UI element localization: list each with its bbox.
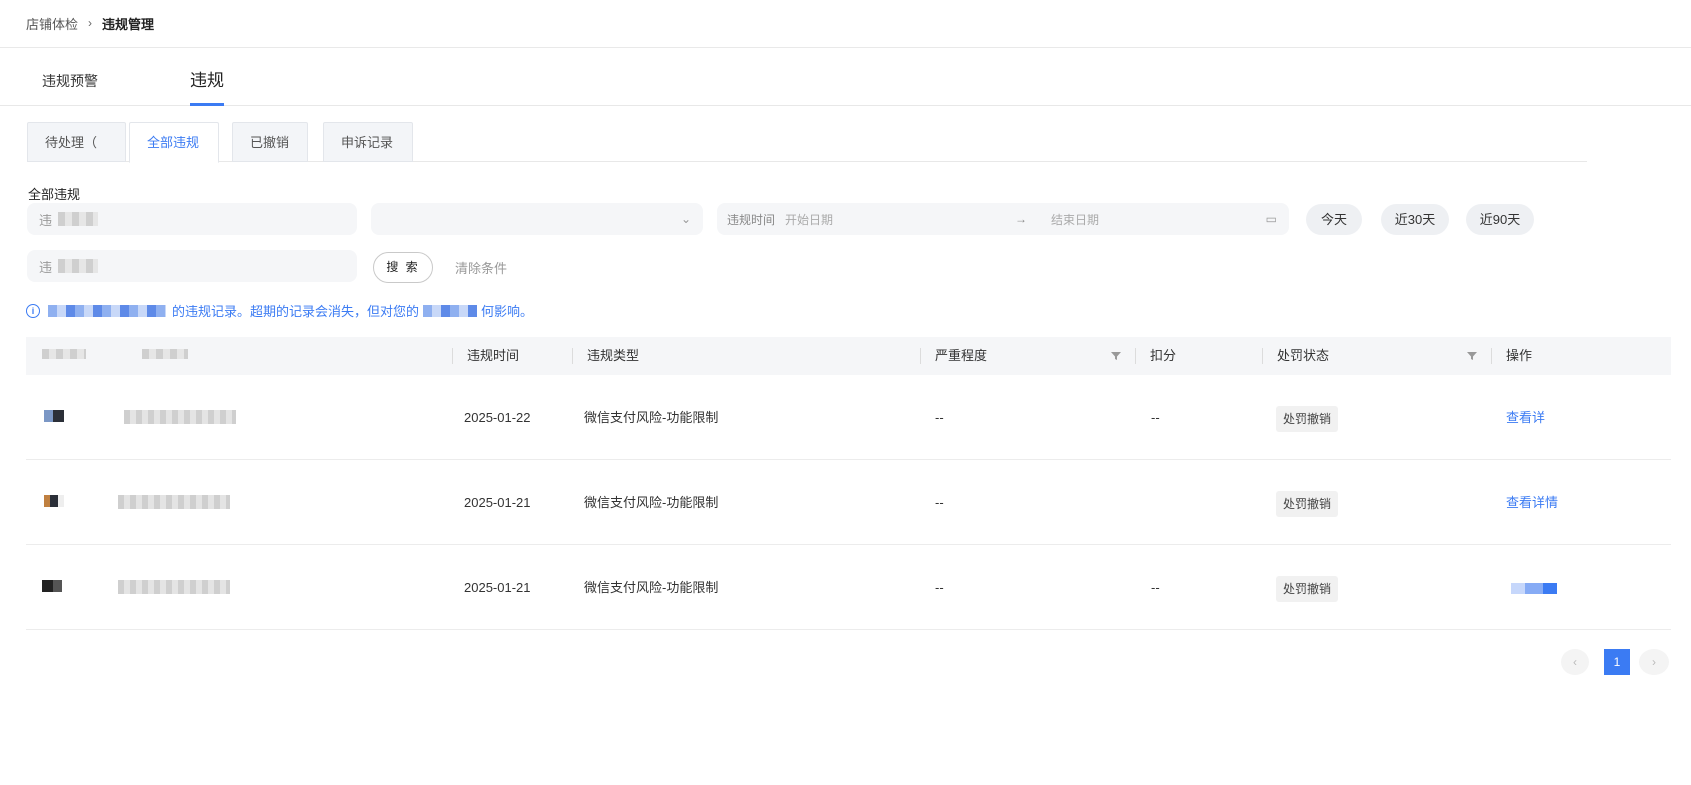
input-placeholder: 违 <box>39 259 53 275</box>
masked-text <box>58 259 99 273</box>
main-tabs: 违规预警 违规 <box>0 66 1691 106</box>
violation-type-select[interactable]: ⌄ <box>371 203 703 235</box>
calendar-icon: ▭ <box>1265 212 1277 226</box>
cell-severity: -- <box>935 580 944 595</box>
breadcrumb: 店铺体检 › 违规管理 <box>26 13 154 33</box>
filter-icon[interactable] <box>1467 351 1477 361</box>
table-row: 2025-01-21 微信支付风险-功能限制 -- -- 处罚撤销 <box>26 545 1671 630</box>
masked-text <box>118 495 230 509</box>
column-header-points: 扣分 <box>1135 337 1176 375</box>
masked-text <box>58 212 99 226</box>
cell-type: 微信支付风险-功能限制 <box>584 495 719 510</box>
tab-violation-warning[interactable]: 违规预警 <box>42 66 98 106</box>
masked-text <box>124 410 236 424</box>
notice-text-end: 何影响。 <box>481 304 534 319</box>
tab-pending[interactable]: 待处理（ <box>27 122 126 162</box>
last-30-days-button[interactable]: 近30天 <box>1381 204 1449 235</box>
cell-points: -- <box>1151 410 1160 425</box>
column-header-type: 违规类型 <box>572 337 639 375</box>
date-range-label: 违规时间 <box>727 212 776 227</box>
table-row: 2025-01-21 微信支付风险-功能限制 -- 处罚撤销 查看详情 <box>26 460 1671 545</box>
pagination-prev-button[interactable]: ‹ <box>1561 649 1589 675</box>
page-title: 违规管理 <box>102 16 155 32</box>
status-badge: 处罚撤销 <box>1276 490 1339 517</box>
violation-table: 违规时间 违规类型 严重程度 扣分 处罚状态 操作 2025-01-22 微信支… <box>26 337 1671 630</box>
tab-violation[interactable]: 违规 <box>190 66 224 106</box>
column-header-status: 处罚状态 <box>1262 337 1329 375</box>
cell-type: 微信支付风险-功能限制 <box>584 410 719 425</box>
cell-points: -- <box>1151 580 1160 595</box>
column-header-action: 操作 <box>1491 337 1532 375</box>
cell-type: 微信支付风险-功能限制 <box>584 580 719 595</box>
cell-time: 2025-01-21 <box>464 495 531 510</box>
masked-text <box>118 580 230 594</box>
info-icon: i <box>26 303 40 318</box>
arrow-right-icon: → <box>1015 212 1028 226</box>
table-header: 违规时间 违规类型 严重程度 扣分 处罚状态 操作 <box>26 337 1671 375</box>
table-row: 2025-01-22 微信支付风险-功能限制 -- -- 处罚撤销 查看详 <box>26 375 1671 460</box>
tab-all-violations[interactable]: 全部违规 <box>129 122 219 163</box>
masked-text <box>423 304 478 317</box>
status-badge: 处罚撤销 <box>1276 405 1339 432</box>
column-header-time: 违规时间 <box>452 337 519 375</box>
tab-appeal-records[interactable]: 申诉记录 <box>323 122 413 162</box>
cell-severity: -- <box>935 410 944 425</box>
cell-time: 2025-01-21 <box>464 580 531 595</box>
cell-severity: -- <box>935 495 944 510</box>
status-badge: 处罚撤销 <box>1276 575 1339 602</box>
notice-text-mid: 的违规记录。超期的记录会消失，但对您的 <box>172 304 420 319</box>
pagination-page-current[interactable]: 1 <box>1604 649 1630 675</box>
filter-icon[interactable] <box>1111 351 1121 361</box>
breadcrumb-home[interactable]: 店铺体检 <box>26 14 78 33</box>
tab-revoked[interactable]: 已撤销 <box>232 122 308 162</box>
pagination-next-button[interactable]: › <box>1639 649 1669 675</box>
chevron-right-icon: › <box>88 16 93 30</box>
view-details-link[interactable]: 查看详 <box>1506 410 1545 425</box>
end-date-input[interactable]: 结束日期 <box>1051 211 1266 228</box>
violation-keyword-input[interactable]: 违 <box>27 250 357 282</box>
view-details-link[interactable]: 查看详情 <box>1506 495 1558 510</box>
cell-time: 2025-01-22 <box>464 410 531 425</box>
column-header-severity: 严重程度 <box>920 337 987 375</box>
filter-section-label: 全部违规 <box>28 187 81 202</box>
notice-bar: i 的违规记录。超期的记录会消失，但对您的 何影响。 <box>26 301 533 320</box>
input-placeholder: 违 <box>39 212 53 228</box>
violation-id-input[interactable]: 违 <box>27 203 357 235</box>
start-date-input[interactable]: 开始日期 <box>785 211 1015 228</box>
search-button[interactable]: 搜 索 <box>373 252 433 283</box>
view-details-link[interactable] <box>1511 583 1557 595</box>
sub-tabs: 待处理（ 全部违规 已撤销 申诉记录 <box>27 122 1587 163</box>
product-thumbnail <box>44 410 64 422</box>
product-thumbnail <box>44 495 64 507</box>
today-button[interactable]: 今天 <box>1306 204 1362 235</box>
clear-filters-link[interactable]: 清除条件 <box>455 258 507 277</box>
chevron-down-icon: ⌄ <box>680 212 691 226</box>
violation-date-range[interactable]: 违规时间 开始日期 → 结束日期 ▭ <box>717 203 1289 235</box>
header-divider <box>0 47 1691 48</box>
product-thumbnail <box>42 580 62 592</box>
last-90-days-button[interactable]: 近90天 <box>1466 204 1534 235</box>
masked-text <box>48 304 166 317</box>
